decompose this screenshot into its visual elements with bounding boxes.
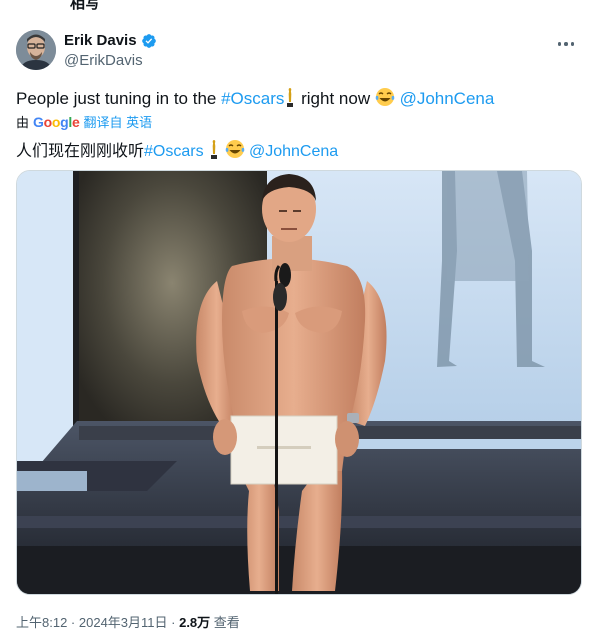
translated-text-part: 人们现在刚刚收听 [16,143,145,160]
tweet-date[interactable]: 2024年3月11日 [79,615,168,630]
author-name-row: Erik Davis [64,32,157,49]
more-options-icon[interactable] [552,34,580,54]
tweet-text-part: People just tuning in to the [16,89,222,108]
translate-prefix: 由 [16,115,30,130]
tweet-text: People just tuning in to the #Oscars rig… [16,87,494,109]
verified-badge-icon [141,33,156,48]
translated-mention-link[interactable]: @JohnCena [249,143,338,160]
tweet-time[interactable]: 上午8:12 [16,615,67,630]
tweet-media-photo[interactable] [16,170,582,595]
translated-tweet-text: 人们现在刚刚收听#Oscars @JohnCena [16,137,338,161]
view-count: 2.8万 [179,615,211,630]
stage-photo-illustration [17,171,581,594]
google-logo: Google [33,113,80,130]
meta-separator: · [67,615,79,630]
oscar-statuette-icon [287,88,294,107]
avatar[interactable] [16,30,56,70]
tears-of-joy-emoji-icon [225,140,244,158]
tweet-text-part: right now [296,89,375,108]
tweet-meta: 上午8:12 · 2024年3月11日 · 2.8万 查看 [16,612,240,631]
translated-from-english-link[interactable]: 翻译自 英语 [84,112,153,131]
oscar-statuette-icon [211,140,218,159]
clipped-header-text: 相写 [70,0,101,12]
view-count-label: 查看 [210,615,240,630]
author-handle[interactable]: @ErikDavis [64,52,143,69]
author-name[interactable]: Erik Davis [64,32,137,49]
meta-separator: · [167,615,180,630]
tears-of-joy-emoji-icon [375,88,395,106]
translated-hashtag-link[interactable]: #Oscars [144,143,204,160]
translation-attribution: 由 Google 翻译自 英语 [16,112,152,131]
hashtag-oscars-link[interactable]: #Oscars [221,89,284,108]
tweet-header: Erik Davis @ErikDavis [16,30,580,74]
mention-johncena-link[interactable]: @JohnCena [400,89,495,108]
